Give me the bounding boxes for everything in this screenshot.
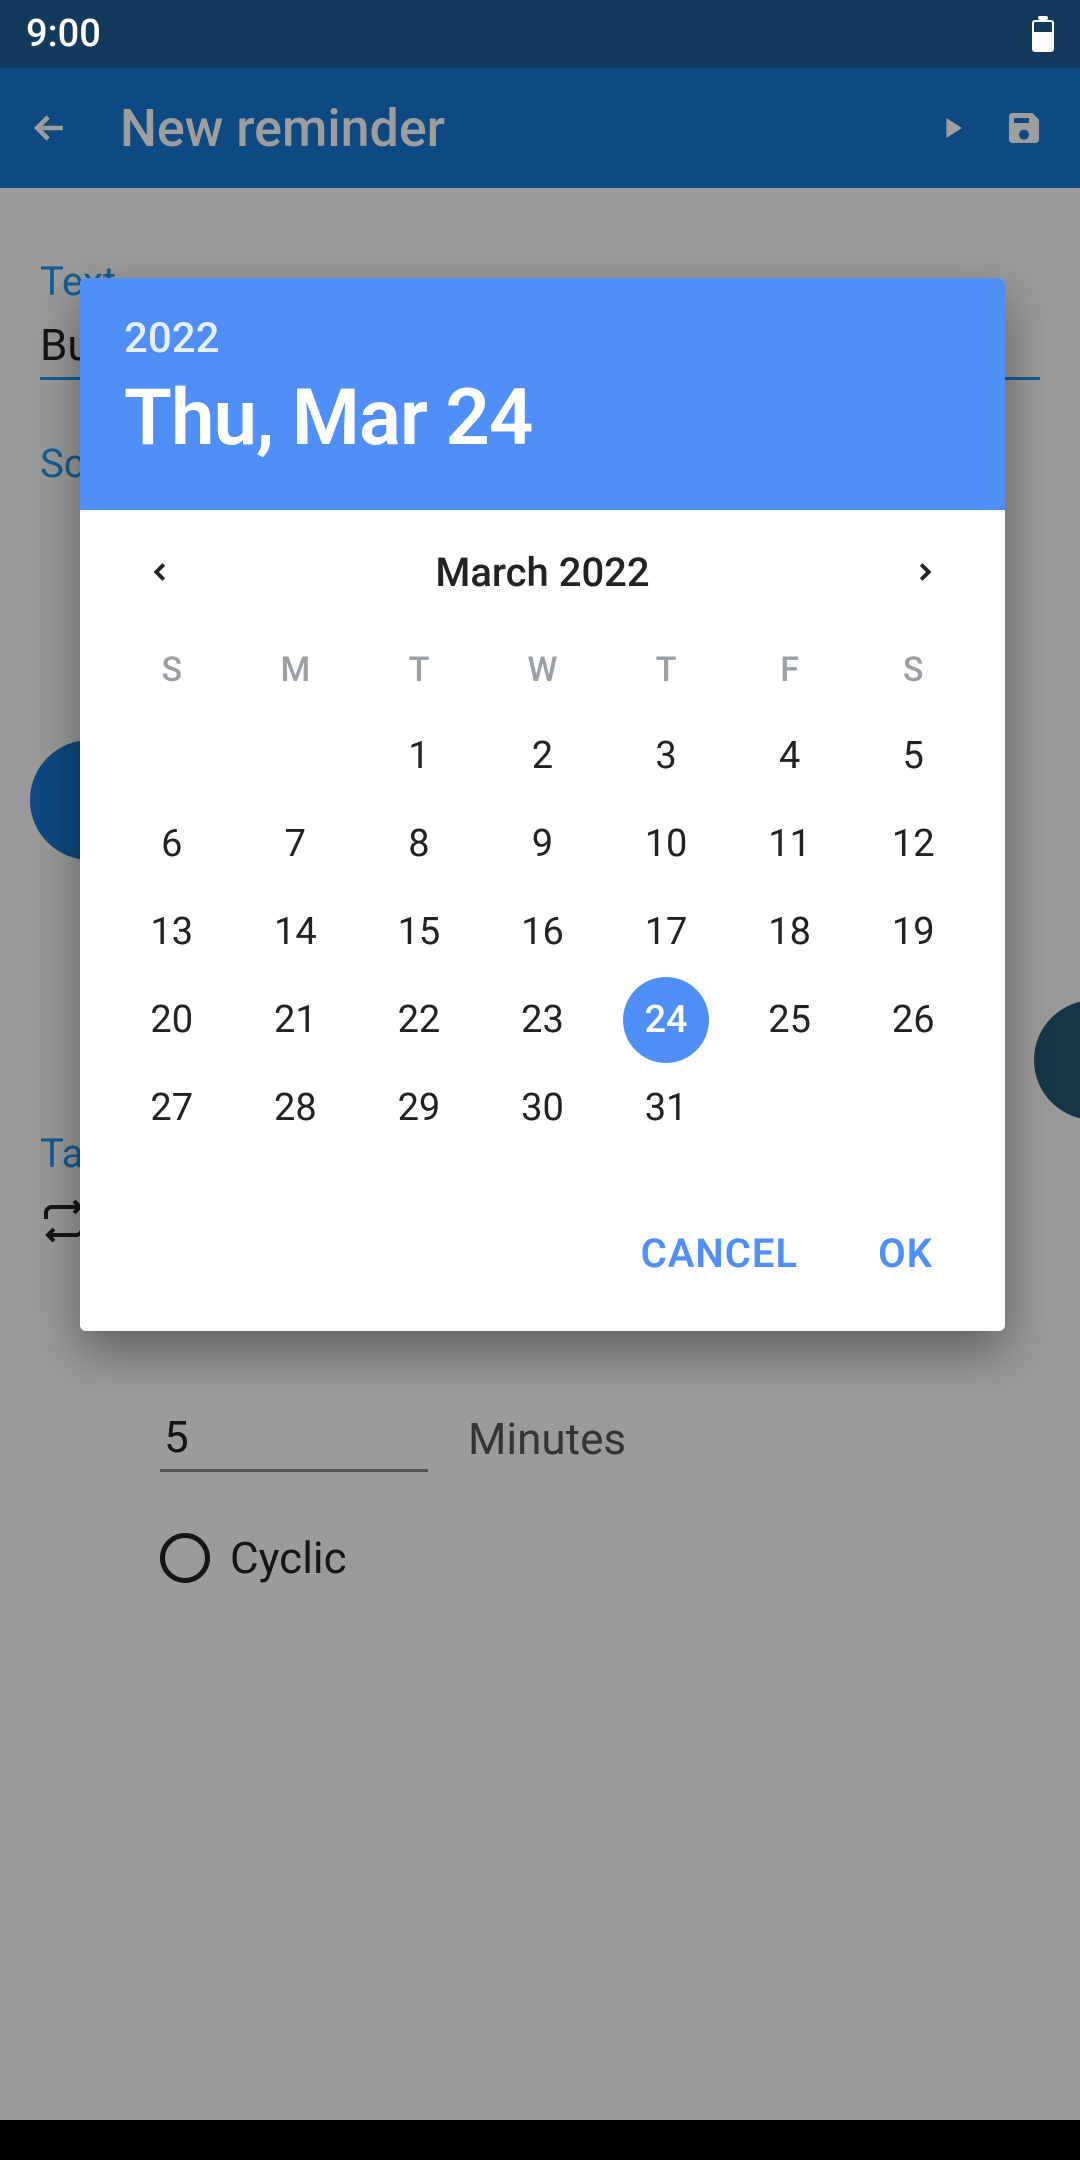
month-nav: March 2022 (80, 510, 1005, 614)
prev-month-button[interactable] (136, 548, 184, 596)
calendar-day[interactable]: 3 (604, 712, 728, 800)
calendar-empty (728, 1064, 852, 1152)
calendar-day[interactable]: 16 (481, 888, 605, 976)
calendar-day[interactable]: 31 (604, 1064, 728, 1152)
dow-cell: W (481, 650, 605, 690)
calendar-week-row: 2728293031 (80, 1064, 1005, 1152)
calendar-day[interactable]: 1 (357, 712, 481, 800)
calendar-day[interactable]: 19 (851, 888, 975, 976)
calendar-day[interactable]: 22 (357, 976, 481, 1064)
calendar-day[interactable]: 29 (357, 1064, 481, 1152)
dow-header: SMTWTFS (80, 650, 1005, 690)
calendar-empty (851, 1064, 975, 1152)
calendar-day[interactable]: 5 (851, 712, 975, 800)
chevron-left-icon (145, 557, 175, 587)
dow-cell: M (234, 650, 358, 690)
calendar-day[interactable]: 28 (234, 1064, 358, 1152)
dow-cell: S (851, 650, 975, 690)
calendar-day[interactable]: 17 (604, 888, 728, 976)
calendar-day[interactable]: 18 (728, 888, 852, 976)
calendar-day[interactable]: 2 (481, 712, 605, 800)
calendar-day[interactable]: 21 (234, 976, 358, 1064)
calendar-day[interactable]: 9 (481, 800, 605, 888)
calendar-day[interactable]: 27 (110, 1064, 234, 1152)
date-display[interactable]: Thu, Mar 24 (124, 373, 961, 464)
dow-cell: F (728, 650, 852, 690)
calendar-empty (234, 712, 358, 800)
next-month-button[interactable] (901, 548, 949, 596)
calendar-week-row: 6789101112 (80, 800, 1005, 888)
calendar-day[interactable]: 30 (481, 1064, 605, 1152)
date-picker-header: 2022 Thu, Mar 24 (80, 278, 1005, 510)
calendar-day[interactable]: 11 (728, 800, 852, 888)
year-selector[interactable]: 2022 (124, 314, 961, 363)
chevron-right-icon (910, 557, 940, 587)
status-time: 9:00 (26, 12, 101, 56)
calendar-day[interactable]: 7 (234, 800, 358, 888)
android-nav-bar (0, 2120, 1080, 2160)
dow-cell: T (357, 650, 481, 690)
calendar-day[interactable]: 20 (110, 976, 234, 1064)
cancel-button[interactable]: CANCEL (621, 1216, 818, 1291)
month-year-label: March 2022 (435, 549, 649, 596)
calendar-week-row: 20212223242526 (80, 976, 1005, 1064)
calendar-day[interactable]: 12 (851, 800, 975, 888)
calendar-week-row: 13141516171819 (80, 888, 1005, 976)
calendar-day[interactable]: 6 (110, 800, 234, 888)
dow-cell: S (110, 650, 234, 690)
calendar-day[interactable]: 8 (357, 800, 481, 888)
battery-icon (1032, 16, 1054, 52)
calendar-day[interactable]: 13 (110, 888, 234, 976)
calendar-day[interactable]: 26 (851, 976, 975, 1064)
dow-cell: T (604, 650, 728, 690)
calendar-day[interactable]: 15 (357, 888, 481, 976)
calendar-body: 1234567891011121314151617181920212223242… (80, 712, 1005, 1192)
calendar-day[interactable]: 10 (604, 800, 728, 888)
dialog-actions: CANCEL OK (80, 1192, 1005, 1331)
calendar-day[interactable]: 14 (234, 888, 358, 976)
calendar-day[interactable]: 23 (481, 976, 605, 1064)
ok-button[interactable]: OK (858, 1216, 953, 1291)
calendar-empty (110, 712, 234, 800)
date-picker-dialog: 2022 Thu, Mar 24 March 2022 SMTWTFS 1234… (80, 278, 1005, 1331)
calendar-day[interactable]: 25 (728, 976, 852, 1064)
calendar-day[interactable]: 24 (604, 976, 728, 1064)
calendar-week-row: 12345 (80, 712, 1005, 800)
calendar-day[interactable]: 4 (728, 712, 852, 800)
status-bar: 9:00 (0, 0, 1080, 68)
